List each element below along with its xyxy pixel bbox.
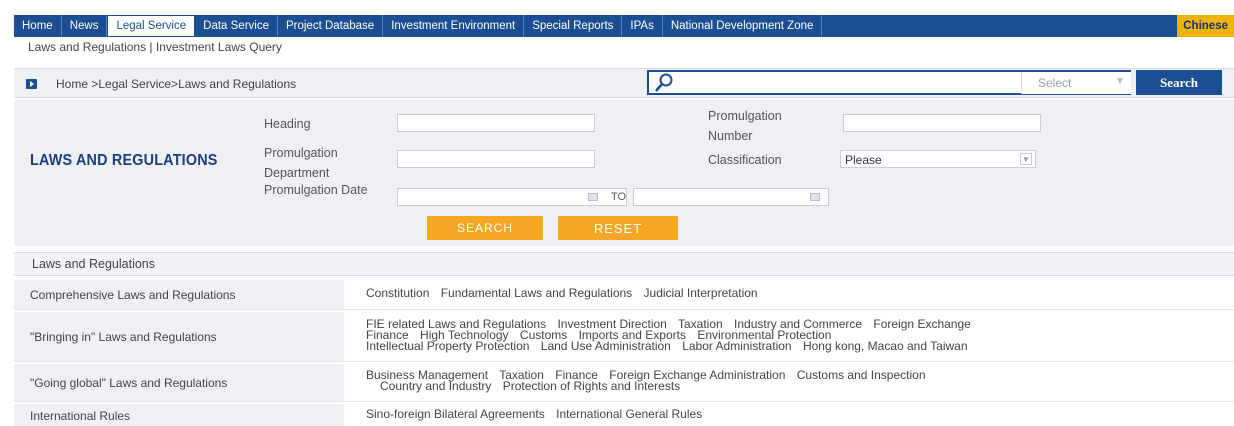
law-link[interactable]: Customs and Inspection xyxy=(797,368,926,382)
chevron-down-icon: ▼ xyxy=(1115,76,1125,87)
promulgation-number-label: Promulgation Number xyxy=(708,109,782,143)
section-header: Laws and Regulations xyxy=(14,252,1234,276)
top-nav: Home News Legal Service Data Service Pro… xyxy=(14,15,1234,37)
nav-news[interactable]: News xyxy=(62,15,108,37)
category-cell: "Going global" Laws and Regulations xyxy=(14,364,344,401)
nav-investment-environment[interactable]: Investment Environment xyxy=(383,15,525,37)
search-form-button[interactable]: SEARCH xyxy=(427,216,543,240)
category-cell: Comprehensive Laws and Regulations xyxy=(14,280,344,309)
law-link[interactable]: International General Rules xyxy=(556,407,702,421)
law-category-row: Comprehensive Laws and Regulations Const… xyxy=(14,280,1234,310)
to-label: TO xyxy=(611,191,627,203)
search-button[interactable]: Search xyxy=(1136,70,1222,95)
law-link[interactable]: Protection of Rights and Interests xyxy=(503,379,680,393)
promulgation-date-label: Promulgation Date xyxy=(264,183,368,197)
law-link[interactable]: Labor Administration xyxy=(682,339,791,353)
nav-home[interactable]: Home xyxy=(14,15,62,37)
category-label[interactable]: Comprehensive Laws and Regulations xyxy=(30,288,235,302)
language-chinese-link[interactable]: Chinese xyxy=(1177,15,1234,37)
classification-label: Classification xyxy=(708,153,782,167)
date-to-input[interactable] xyxy=(633,188,829,206)
law-category-row: "Going global" Laws and Regulations Busi… xyxy=(14,364,1234,402)
promulgation-number-input[interactable] xyxy=(843,114,1041,132)
nav-legal-service[interactable]: Legal Service xyxy=(107,15,196,37)
classification-select[interactable]: Please ▼ xyxy=(840,150,1036,168)
search-scope-label: Select xyxy=(1038,76,1072,90)
law-link[interactable]: Land Use Administration xyxy=(541,339,671,353)
search-input[interactable] xyxy=(679,74,1019,92)
law-link[interactable]: Intellectual Property Protection xyxy=(366,339,529,353)
category-links: Constitution Fundamental Laws and Regula… xyxy=(366,286,766,300)
calendar-icon[interactable] xyxy=(588,193,598,201)
law-category-row: International Rules Sino-foreign Bilater… xyxy=(14,404,1234,426)
links-line: Country and Industry Protection of Right… xyxy=(366,379,934,393)
sub-nav[interactable]: Laws and Regulations | Investment Laws Q… xyxy=(28,40,282,54)
search-icon xyxy=(655,73,673,92)
nav-special-reports[interactable]: Special Reports xyxy=(524,15,623,37)
law-link[interactable]: Foreign Exchange xyxy=(873,317,970,331)
heading-input[interactable] xyxy=(397,114,595,132)
breadcrumb[interactable]: Home >Legal Service>Laws and Regulations xyxy=(56,77,296,91)
classification-value: Please xyxy=(845,153,882,167)
law-category-row: "Bringing in" Laws and Regulations FIE r… xyxy=(14,312,1234,362)
category-label[interactable]: "Going global" Laws and Regulations xyxy=(30,376,227,390)
category-label[interactable]: International Rules xyxy=(30,409,130,423)
nav-data-service[interactable]: Data Service xyxy=(195,15,278,37)
law-link[interactable]: Country and Industry xyxy=(380,379,491,393)
heading-label: Heading xyxy=(264,117,311,131)
section-title: Laws and Regulations xyxy=(32,257,155,271)
form-title: LAWS AND REGULATIONS xyxy=(30,152,218,169)
category-links: Sino-foreign Bilateral Agreements Intern… xyxy=(366,407,710,421)
category-links: Business Management Taxation Finance For… xyxy=(366,368,934,393)
search-scope-select[interactable]: Select ▼ xyxy=(1021,72,1131,94)
law-link[interactable]: Hong kong, Macao and Taiwan xyxy=(803,339,968,353)
chevron-down-icon: ▼ xyxy=(1020,153,1032,165)
links-line: Intellectual Property Protection Land Us… xyxy=(366,339,979,353)
category-cell: International Rules xyxy=(14,404,344,426)
promulgation-department-input[interactable] xyxy=(397,150,595,168)
category-label[interactable]: "Bringing in" Laws and Regulations xyxy=(30,330,217,344)
category-cell: "Bringing in" Laws and Regulations xyxy=(14,312,344,361)
nav-national-development-zone[interactable]: National Development Zone xyxy=(663,15,823,37)
category-links: FIE related Laws and Regulations Investm… xyxy=(366,317,979,353)
reset-button[interactable]: RESET xyxy=(558,216,678,240)
law-link[interactable]: Sino-foreign Bilateral Agreements xyxy=(366,407,545,421)
play-icon xyxy=(26,79,37,89)
promulgation-department-label: Promulgation Department xyxy=(264,146,338,180)
law-link[interactable]: Judicial Interpretation xyxy=(644,286,758,300)
law-link[interactable]: Fundamental Laws and Regulations xyxy=(441,286,632,300)
calendar-icon[interactable] xyxy=(810,193,820,201)
query-form: LAWS AND REGULATIONS Heading Promulgatio… xyxy=(14,100,1234,246)
law-link[interactable]: Constitution xyxy=(366,286,429,300)
nav-ipas[interactable]: IPAs xyxy=(622,15,663,37)
nav-project-database[interactable]: Project Database xyxy=(278,15,384,37)
